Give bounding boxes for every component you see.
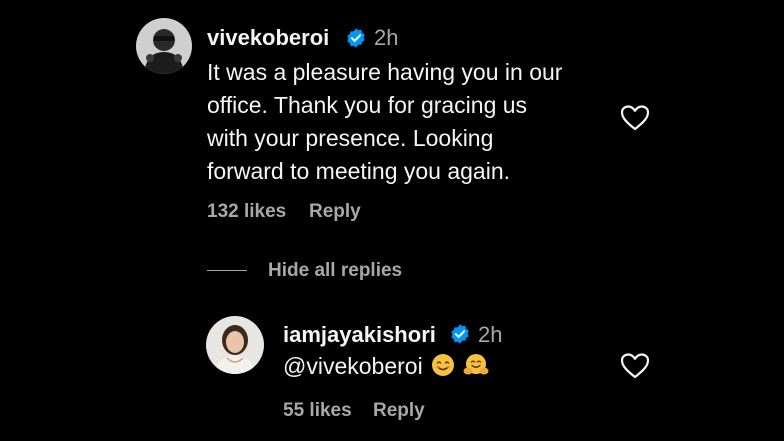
comment-reply-button[interactable]: Reply [309, 201, 361, 223]
comment-like-heart-icon[interactable] [620, 104, 650, 132]
hide-replies-button[interactable]: Hide all replies [268, 260, 402, 282]
replier-username[interactable]: iamjayakishori [283, 322, 436, 348]
reply-likes-count[interactable]: 55 likes [283, 400, 352, 422]
comment-line: It was a pleasure having you in our [207, 59, 563, 85]
reply-reply-button[interactable]: Reply [373, 400, 425, 422]
reply-timestamp: 2h [478, 322, 503, 347]
verified-badge-icon [347, 28, 365, 48]
reply-like-heart-icon[interactable] [620, 352, 650, 380]
commenter-username[interactable]: vivekoberoi [207, 25, 329, 51]
comment-line: forward to meeting you again. [207, 158, 511, 184]
hugging-face-icon [463, 353, 489, 386]
smiling-face-icon [431, 353, 455, 386]
replier-avatar[interactable] [206, 316, 264, 374]
comment-timestamp: 2h [374, 25, 399, 50]
comment-line: with your presence. Looking [207, 125, 494, 151]
comment-likes-count[interactable]: 132 likes [207, 201, 286, 223]
verified-badge-icon [451, 324, 469, 344]
comment-line: office. Thank you for gracing us [207, 92, 528, 118]
replies-divider-line [207, 270, 247, 271]
commenter-avatar[interactable] [136, 18, 192, 74]
comment-body: It was a pleasure having you in our offi… [207, 56, 607, 188]
reply-mention-link[interactable]: @vivekoberoi [283, 353, 423, 379]
